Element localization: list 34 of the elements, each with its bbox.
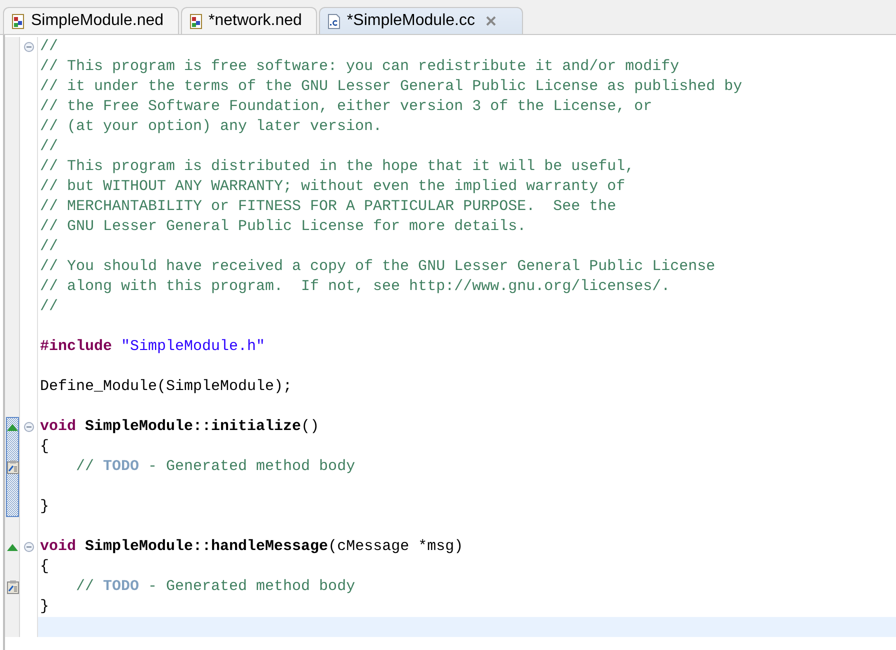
code-line: // <box>40 138 58 155</box>
code-line: // GNU Lesser General Public License for more details. <box>40 218 526 235</box>
code-line: void SimpleModule::initialize() <box>40 418 320 435</box>
code-line: // <box>40 38 58 55</box>
code-line: // This program is free software: you can redistribute it and/or modify <box>40 58 680 75</box>
code-line: // TODO - Generated method body <box>76 578 356 595</box>
code-line: // This program is distributed in the hope that it will be useful, <box>40 158 634 175</box>
code-line: #include "SimpleModule.h" <box>40 338 266 355</box>
editor-tab[interactable]: SimpleModule.ned <box>3 7 179 34</box>
fold-toggle-icon[interactable] <box>24 42 34 52</box>
code-line: } <box>40 598 50 615</box>
code-line: // (at your option) any later version. <box>40 118 382 135</box>
code-line: // You should have received a copy of the GNU Lesser General Public License <box>40 258 716 275</box>
code-line: // along with this program. If not, see http://www.gnu.org/licenses/. <box>40 278 670 295</box>
fold-toggle-icon[interactable] <box>24 422 34 432</box>
code-line: // <box>40 238 58 255</box>
code-line: void SimpleModule::handleMessage(cMessage *msg) <box>40 538 464 555</box>
c-file-icon <box>328 14 342 28</box>
fold-toggle-icon[interactable] <box>24 542 34 552</box>
ned-file-icon <box>190 14 204 28</box>
ned-file-icon <box>12 14 26 28</box>
code-line: // the Free Software Foundation, either version 3 of the License, or <box>40 98 652 115</box>
editor-tab[interactable]: *SimpleModule.cc <box>318 7 523 34</box>
code-line: Define_Module(SimpleModule); <box>40 378 292 395</box>
code-line: // <box>40 298 58 315</box>
code-line: { <box>40 438 50 455</box>
code-line: // it under the terms of the GNU Lesser General Public License as published by <box>40 78 742 95</box>
code-line: // MERCHANTABILITY or FITNESS FOR A PARTICULAR PURPOSE. See the <box>40 198 616 215</box>
code-line: // but WITHOUT ANY WARRANTY; without even the implied warranty of <box>40 178 626 195</box>
code-line: } <box>40 498 50 515</box>
close-icon[interactable] <box>486 16 496 26</box>
code-line: // TODO - Generated method body <box>76 458 356 475</box>
editor-tab[interactable]: *network.ned <box>180 7 317 34</box>
code-line: { <box>40 558 50 575</box>
